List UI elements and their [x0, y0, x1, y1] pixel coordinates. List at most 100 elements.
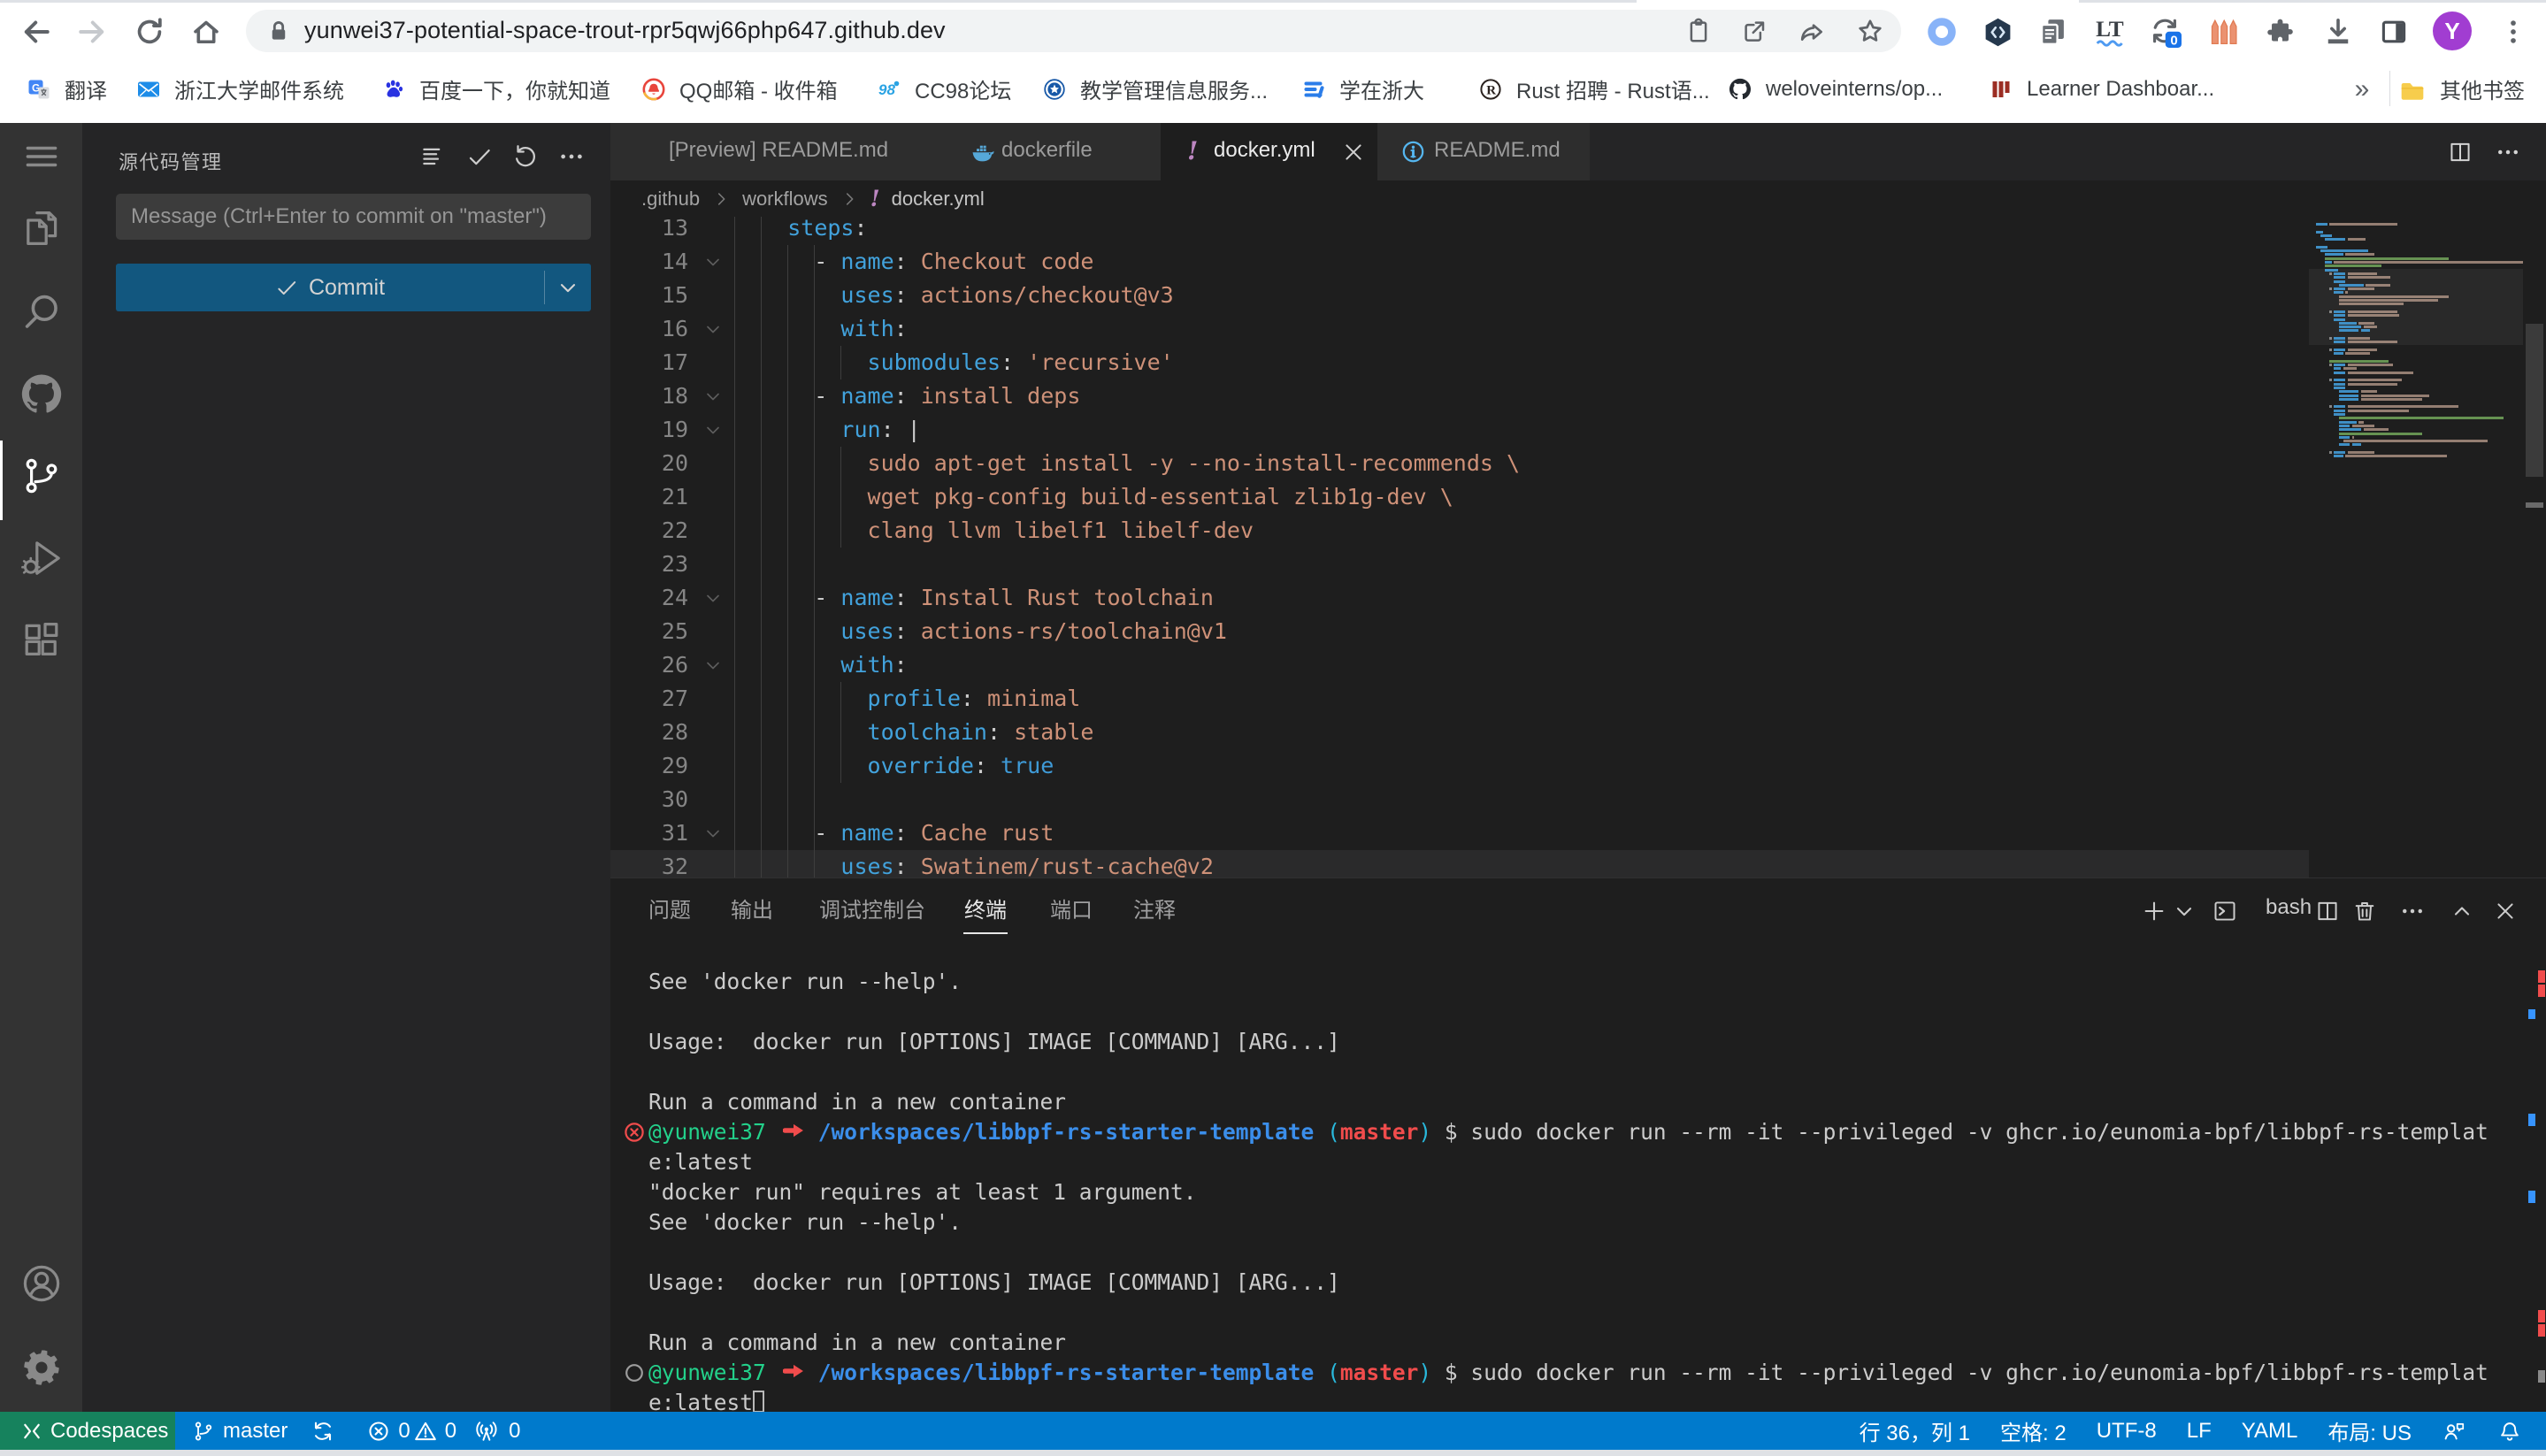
bookmark-item[interactable]: RRust 招聘 - Rust语...	[1479, 55, 1710, 123]
url-text[interactable]: yunwei37-potential-space-trout-rpr5qwj66…	[304, 17, 946, 44]
fold-chevron-icon[interactable]	[702, 655, 724, 676]
fold-chevron-icon[interactable]	[702, 419, 724, 441]
code-line-32[interactable]: 32 uses: Swatinem/rust-cache@v2	[610, 850, 2309, 877]
split-terminal-icon[interactable]	[2315, 899, 2340, 923]
bookmark-item[interactable]: 98CC98论坛	[878, 55, 1011, 123]
code-line-17[interactable]: 17 submodules: 'recursive'	[610, 346, 2309, 379]
code-line-14[interactable]: 14 - name: Checkout code	[610, 245, 2309, 279]
bookmark-item[interactable]: QQ邮箱 - 收件箱	[642, 55, 838, 123]
encoding[interactable]: UTF-8	[2097, 1419, 2157, 1444]
sidebar-action-more-icon[interactable]	[557, 142, 586, 171]
activity-explorer-icon[interactable]	[19, 206, 64, 250]
warning-indicator[interactable]: 0	[414, 1419, 456, 1444]
bookmark-item[interactable]: 学在浙大	[1302, 55, 1424, 123]
code-line-31[interactable]: 31 - name: Cache rust	[610, 816, 2309, 850]
panel-tab-terminal[interactable]: 终端	[964, 893, 1007, 923]
panel-tab-0[interactable]: 问题	[648, 893, 691, 923]
tab-close-icon[interactable]	[1341, 140, 1366, 165]
feedback-icon[interactable]	[2442, 1419, 2468, 1444]
sync-badge-extension-icon[interactable]: 0	[2148, 14, 2182, 48]
eol[interactable]: LF	[2187, 1419, 2212, 1444]
sidebar-action-check-all-icon[interactable]	[465, 142, 494, 171]
editor-tab-readme.md[interactable]: README.md	[1377, 123, 1590, 180]
indentation[interactable]: 空格: 2	[2000, 1415, 2067, 1446]
split-editor-icon[interactable]	[2448, 140, 2473, 165]
activity-search-icon[interactable]	[19, 289, 64, 333]
code-line-20[interactable]: 20 sudo apt-get install -y --no-install-…	[610, 447, 2309, 480]
code-line-26[interactable]: 26 with:	[610, 648, 2309, 682]
panel-tab-4[interactable]: 端口	[1050, 893, 1093, 923]
fold-chevron-icon[interactable]	[702, 823, 724, 844]
code-line-21[interactable]: 21 wget pkg-config build-essential zlib1…	[610, 480, 2309, 514]
code-line-23[interactable]: 23	[610, 548, 2309, 581]
breadcrumb-item[interactable]: .github	[641, 188, 700, 211]
code-line-16[interactable]: 16 with:	[610, 312, 2309, 346]
editor-scrollbar[interactable]	[2523, 217, 2546, 877]
shell-label[interactable]: bash	[2266, 895, 2312, 920]
editor-tab-dockerfile[interactable]: dockerfile	[947, 123, 1161, 180]
code-line-24[interactable]: 24 - name: Install Rust toolchain	[610, 581, 2309, 615]
sidebar-action-refresh-icon[interactable]	[511, 142, 540, 171]
error-indicator[interactable]: 0	[367, 1419, 410, 1444]
editor-more-actions-icon[interactable]	[2496, 140, 2520, 165]
code-line-25[interactable]: 25 uses: actions-rs/toolchain@v1	[610, 615, 2309, 648]
cursor-position[interactable]: 行 36，列 1	[1860, 1415, 1970, 1446]
fold-chevron-icon[interactable]	[702, 587, 724, 609]
back-icon[interactable]	[19, 14, 54, 50]
fold-chevron-icon[interactable]	[702, 386, 724, 407]
commit-dropdown-chevron[interactable]	[545, 264, 591, 311]
profile-avatar[interactable]: Y	[2433, 11, 2472, 50]
commit-button[interactable]: Commit	[116, 264, 591, 311]
bookmark-star-icon[interactable]	[1856, 17, 1884, 45]
code-line-22[interactable]: 22 clang llvm libelf1 libelf-dev	[610, 514, 2309, 548]
terminal-content[interactable]: See 'docker run --help'.Usage: docker ru…	[648, 967, 2524, 1413]
editor-scrollbar-thumb[interactable]	[2526, 324, 2543, 477]
panel-more-ellipsis-icon[interactable]	[2400, 899, 2425, 923]
code-line-13[interactable]: 13 steps:	[610, 217, 2309, 245]
close-panel-icon[interactable]	[2493, 899, 2518, 923]
code-line-28[interactable]: 28 toolchain: stable	[610, 716, 2309, 749]
breadcrumb-item[interactable]: docker.yml	[892, 188, 985, 211]
language-mode[interactable]: YAML	[2242, 1419, 2298, 1444]
ports-indicator[interactable]: 0	[474, 1419, 520, 1444]
terminal-dropdown-chevron-icon[interactable]	[2172, 899, 2197, 923]
kill-terminal-trash-icon[interactable]	[2352, 899, 2377, 923]
activity-account-icon[interactable]	[19, 1261, 64, 1306]
activity-menu-icon[interactable]	[19, 134, 64, 179]
activity-source-control-icon[interactable]	[19, 454, 64, 498]
sidebar-action-view-as-list-icon[interactable]	[419, 142, 448, 171]
bookmark-item[interactable]: weloveinterns/op...	[1729, 55, 1943, 123]
browser-menu-dots-icon[interactable]	[2496, 14, 2531, 50]
code-line-15[interactable]: 15 uses: actions/checkout@v3	[610, 279, 2309, 312]
code-line-27[interactable]: 27 profile: minimal	[610, 682, 2309, 716]
new-terminal-plus-icon[interactable]	[2142, 899, 2166, 923]
bookmarks-overflow-chevron[interactable]: »	[2344, 76, 2380, 103]
breadcrumbs[interactable]: .githubworkflows!docker.yml	[641, 180, 2411, 217]
reading-mode-icon[interactable]	[2379, 16, 2409, 47]
clipboard-icon[interactable]	[1685, 18, 1712, 44]
editor-tab--preview-readme.md[interactable]: [Preview] README.md	[610, 123, 947, 180]
terminal-shell-icon-icon[interactable]	[2212, 899, 2237, 923]
orange-bars-extension-icon[interactable]	[2206, 14, 2239, 49]
dev-shield-extension-icon[interactable]	[1982, 15, 2014, 49]
code-editor[interactable]: 13 steps:14 - name: Checkout code15 uses…	[610, 217, 2309, 877]
code-line-30[interactable]: 30	[610, 783, 2309, 816]
puzzle-extensions-icon[interactable]	[2265, 16, 2296, 47]
languagetool-extension-icon[interactable]: LT	[2093, 15, 2127, 48]
bookmark-item[interactable]: 教学管理信息服务...	[1043, 55, 1268, 123]
branch-indicator[interactable]: master	[192, 1419, 288, 1444]
remote-indicator[interactable]: Codespaces	[0, 1412, 175, 1450]
share-icon[interactable]	[1798, 18, 1826, 46]
activity-github-icon[interactable]	[19, 372, 64, 416]
bookmark-item[interactable]: Learner Dashboar...	[1990, 55, 2214, 123]
commit-message-input[interactable]: Message (Ctrl+Enter to commit on "master…	[116, 194, 591, 240]
keyboard-layout[interactable]: 布局: US	[2327, 1415, 2412, 1446]
code-line-29[interactable]: 29 override: true	[610, 749, 2309, 783]
panel-tab-2[interactable]: 调试控制台	[819, 893, 925, 923]
panel-tab-5[interactable]: 注释	[1133, 893, 1176, 923]
activity-debug-icon[interactable]	[19, 536, 64, 580]
commit-button-main[interactable]: Commit	[116, 264, 544, 311]
open-in-new-icon[interactable]	[1741, 18, 1768, 44]
address-bar[interactable]: yunwei37-potential-space-trout-rpr5qwj66…	[246, 10, 1901, 52]
other-bookmarks-folder[interactable]: 其他书签	[2399, 55, 2525, 123]
